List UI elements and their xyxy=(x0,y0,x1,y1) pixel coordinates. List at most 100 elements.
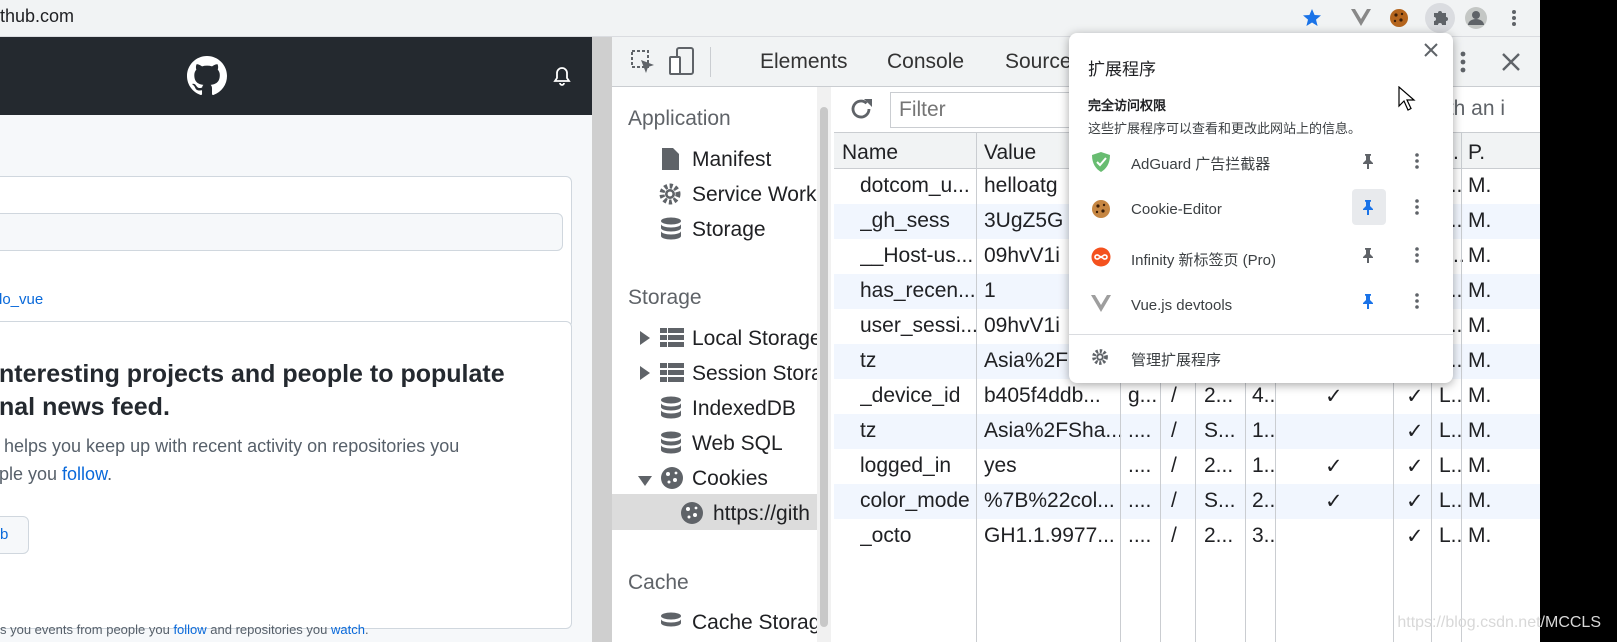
collapse-triangle-icon[interactable] xyxy=(638,473,652,491)
cell-name: __Host-us... xyxy=(860,244,974,267)
dark-margin xyxy=(1540,0,1617,642)
watermark: https://blog.csdn.net/MCCLS xyxy=(1397,614,1601,631)
tab-console[interactable]: Console xyxy=(887,50,964,74)
sidebar-item-web-sql[interactable]: Web SQL xyxy=(692,432,783,456)
more-options-icon[interactable] xyxy=(1415,247,1419,268)
sidebar-item-service-workers[interactable]: Service Work xyxy=(692,183,816,207)
extension-item-adguard[interactable]: AdGuard 广告拦截器 xyxy=(1069,139,1453,185)
pin-icon[interactable] xyxy=(1362,293,1374,314)
tab-sources[interactable]: Source xyxy=(1005,50,1072,74)
table-row[interactable]: color_mode %7B%22col....... / S... 2.. ✓ ✓ L.. M… xyxy=(834,484,1540,519)
cookie-icon xyxy=(680,501,703,524)
devtools-resize-handle[interactable] xyxy=(592,37,612,642)
column-header-priority[interactable]: P. xyxy=(1468,141,1485,165)
sidebar-item-local-storage[interactable]: Local Storage xyxy=(692,327,822,351)
extension-item-cookie-editor[interactable]: Cookie-Editor xyxy=(1069,187,1453,233)
feed-description-line1: helps you keep up with recent activity o… xyxy=(0,436,460,456)
explore-button[interactable]: b xyxy=(0,516,29,554)
cell-name: has_recen... xyxy=(860,279,976,302)
cell-secure: ✓ xyxy=(1406,385,1424,408)
cell-samesite: L.. xyxy=(1439,384,1463,407)
cell-path: / xyxy=(1171,454,1177,477)
cell-value: helloatg xyxy=(984,174,1058,197)
more-options-icon[interactable] xyxy=(1415,153,1419,174)
sidebar-item-cookies[interactable]: Cookies xyxy=(692,467,768,491)
table-row[interactable]: tz Asia%2FSha....... / S... 1.. ✓ L.. M. xyxy=(834,414,1540,449)
cell-priority: M. xyxy=(1468,209,1492,232)
cell-name: tz xyxy=(860,349,877,372)
column-header-name[interactable]: Name xyxy=(842,141,898,165)
close-icon[interactable] xyxy=(1424,43,1438,62)
adguard-shield-icon xyxy=(1091,151,1111,178)
star-icon[interactable] xyxy=(1300,6,1324,30)
cell-size: 2.. xyxy=(1252,489,1276,512)
cell-name: dotcom_u... xyxy=(860,174,970,197)
cell-size: 1.. xyxy=(1252,419,1276,442)
cell-value: 1 xyxy=(984,279,996,302)
cell-value: b405f4ddb... xyxy=(984,384,1101,407)
section-storage: Storage xyxy=(628,286,702,309)
mouse-cursor-icon xyxy=(1398,85,1416,117)
more-options-icon[interactable] xyxy=(1415,293,1419,314)
puzzle-extensions-icon[interactable] xyxy=(1425,3,1455,33)
repo-link[interactable]: lo_vue xyxy=(0,291,43,308)
cell-priority: M. xyxy=(1468,524,1492,547)
cell-size: 1.. xyxy=(1252,454,1276,477)
cell-expires: S... xyxy=(1204,489,1236,512)
expand-triangle-icon[interactable] xyxy=(640,331,650,350)
cell-domain: .... xyxy=(1128,419,1152,442)
sidebar-item-cache-storage[interactable]: Cache Storage xyxy=(692,611,822,635)
cell-size: 4.. xyxy=(1252,384,1276,407)
sidebar-item-indexeddb[interactable]: IndexedDB xyxy=(692,397,796,421)
cell-name: user_sessi... xyxy=(860,314,978,337)
cell-samesite: L.. xyxy=(1439,489,1463,512)
extension-item-infinity[interactable]: Infinity 新标签页 (Pro) xyxy=(1069,235,1453,281)
pin-icon[interactable] xyxy=(1362,153,1374,174)
device-toolbar-icon[interactable] xyxy=(668,47,696,82)
footer-watch-link[interactable]: watch xyxy=(331,622,365,637)
inspect-element-icon[interactable] xyxy=(630,49,656,80)
cell-samesite: L.. xyxy=(1439,419,1463,442)
refresh-icon[interactable] xyxy=(848,96,874,127)
vue-extension-icon[interactable] xyxy=(1349,6,1373,30)
column-header-value[interactable]: Value xyxy=(984,141,1036,165)
cell-domain: .... xyxy=(1128,454,1152,477)
sidebar-item-storage-overview[interactable]: Storage xyxy=(692,218,766,242)
close-devtools-icon[interactable] xyxy=(1500,51,1522,78)
database-icon xyxy=(660,612,682,634)
cell-path: / xyxy=(1171,524,1177,547)
cookie-extension-icon[interactable] xyxy=(1387,6,1411,30)
address-bar-url[interactable]: thub.com xyxy=(0,6,74,27)
cell-name: color_mode xyxy=(860,489,970,512)
extensions-popup: 扩展程序 完全访问权限 这些扩展程序可以查看和更改此网站上的信息。 AdGuar… xyxy=(1069,33,1453,383)
tab-elements[interactable]: Elements xyxy=(760,50,848,74)
cell-name: _octo xyxy=(860,524,912,547)
table-row[interactable]: logged_in yes.... / 2... 1.. ✓ ✓ L.. M. xyxy=(834,449,1540,484)
manage-extensions-item[interactable]: 管理扩展程序 xyxy=(1069,335,1453,381)
pin-icon[interactable] xyxy=(1362,199,1374,220)
sidebar-scrollbar-thumb[interactable] xyxy=(820,107,828,627)
cell-path: / xyxy=(1171,419,1177,442)
bell-notification-icon[interactable] xyxy=(553,67,571,92)
repo-search-input[interactable] xyxy=(0,213,563,251)
cell-name: tz xyxy=(860,419,877,442)
devtools-menu-icon[interactable] xyxy=(1460,51,1466,78)
table-grid-icon xyxy=(660,363,684,385)
extension-item-vue-devtools[interactable]: Vue.js devtools xyxy=(1069,283,1453,329)
sidebar-item-cookie-origin[interactable]: https://gith xyxy=(713,502,810,526)
sidebar-item-manifest[interactable]: Manifest xyxy=(692,148,771,172)
table-row[interactable]: _octo GH1.1.9977....... / 2... 3.. ✓ L.. M. xyxy=(834,519,1540,554)
profile-icon[interactable] xyxy=(1464,6,1488,30)
footer-follow-link[interactable]: follow xyxy=(173,622,206,637)
gear-icon xyxy=(658,182,681,205)
sidebar-item-session-storage[interactable]: Session Stora xyxy=(692,362,822,386)
kebab-menu-icon[interactable] xyxy=(1502,6,1526,30)
cell-priority: M. xyxy=(1468,279,1492,302)
cell-path: / xyxy=(1171,489,1177,512)
more-options-icon[interactable] xyxy=(1415,199,1419,220)
expand-triangle-icon[interactable] xyxy=(640,366,650,385)
follow-link[interactable]: follow xyxy=(62,464,107,484)
github-logo-icon[interactable] xyxy=(187,56,227,101)
table-row[interactable]: _device_id b405f4ddb... g... / 2... 4.. ✓ ✓ L.. M… xyxy=(834,379,1540,414)
pin-icon[interactable] xyxy=(1362,247,1374,268)
